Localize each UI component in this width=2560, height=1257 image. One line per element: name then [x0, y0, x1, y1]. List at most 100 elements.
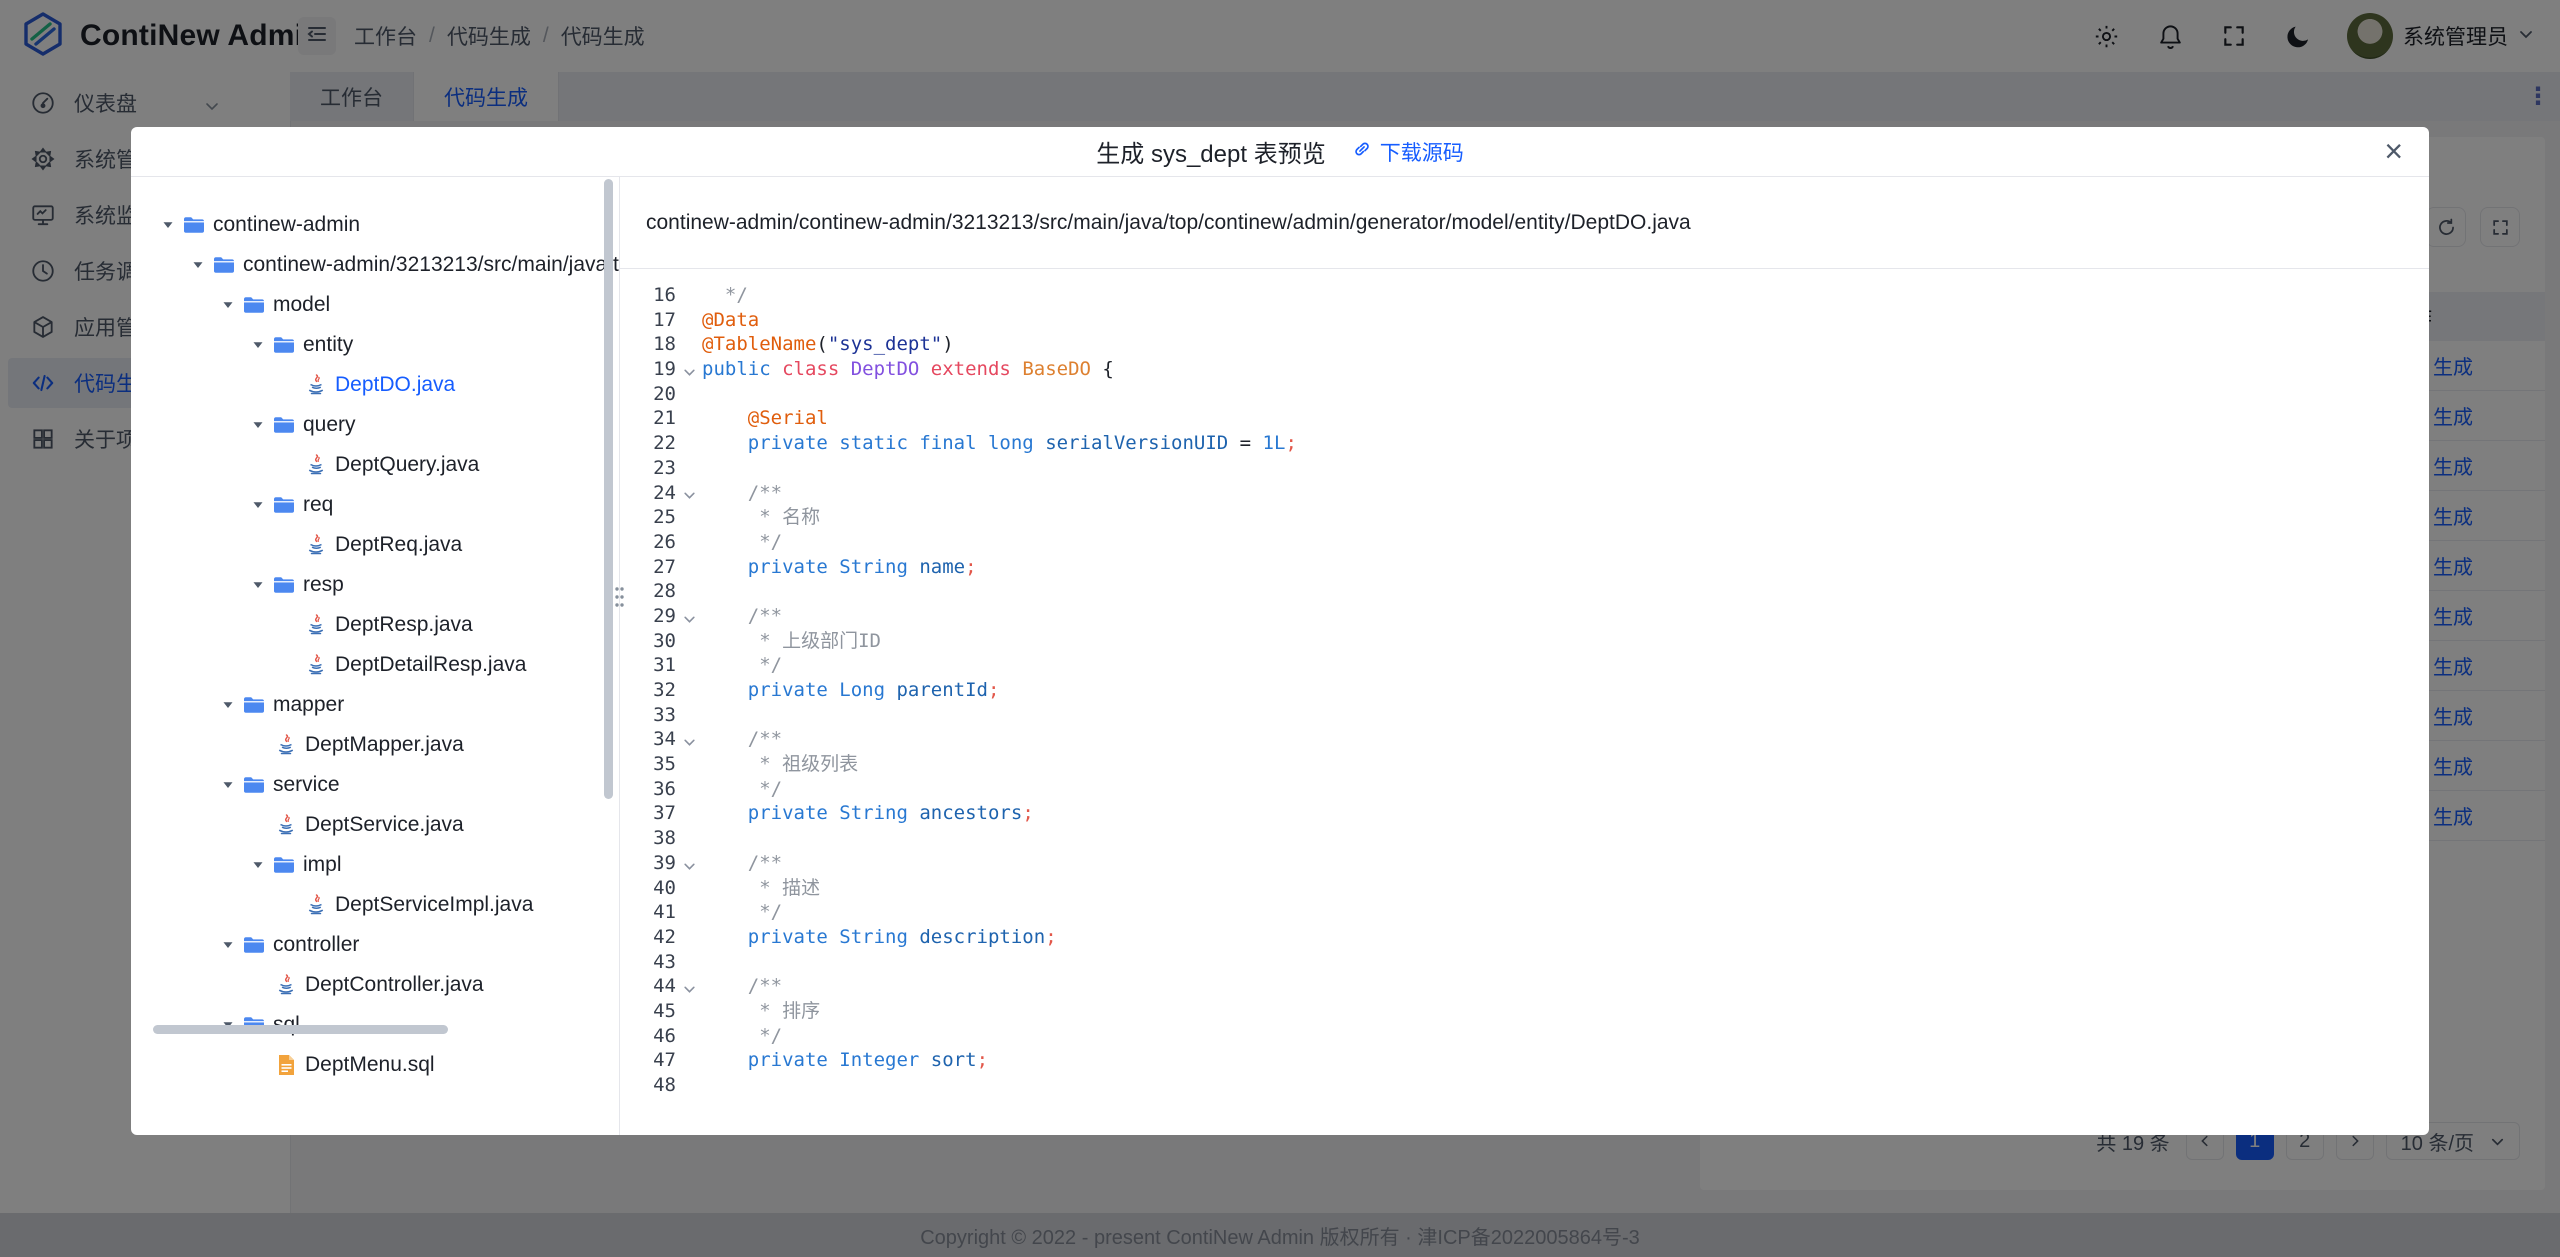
tree-node-label: DeptDetailResp.java: [335, 653, 526, 677]
line-number: 37: [620, 801, 676, 826]
fold-gutter: [676, 678, 702, 703]
fold-arrow-icon[interactable]: [676, 851, 702, 876]
fold-arrow-icon[interactable]: [676, 604, 702, 629]
tree-expand-arrow-icon[interactable]: [215, 699, 241, 711]
code-text: public class DeptDO extends BaseDO {: [702, 357, 1114, 382]
tree-expand-arrow-icon[interactable]: [245, 419, 271, 431]
code-line: 17@Data: [620, 308, 2429, 333]
tree-node[interactable]: DeptDO.java: [131, 365, 619, 405]
code-line: 45 * 排序: [620, 999, 2429, 1024]
tree-node[interactable]: continew-admin: [131, 205, 619, 245]
tree-node[interactable]: req: [131, 485, 619, 525]
tree-node[interactable]: DeptReq.java: [131, 525, 619, 565]
fold-gutter: [676, 283, 702, 308]
code-line: 36 */: [620, 777, 2429, 802]
code-text: */: [702, 283, 748, 308]
fold-gutter: [676, 1024, 702, 1049]
tree-expand-arrow-icon[interactable]: [215, 299, 241, 311]
tree-node[interactable]: model: [131, 285, 619, 325]
line-number: 29: [620, 604, 676, 629]
code-text: */: [702, 777, 782, 802]
java-file-icon: [303, 374, 329, 396]
tree-expand-arrow-icon[interactable]: [245, 339, 271, 351]
close-icon[interactable]: ×: [2384, 129, 2403, 173]
fold-arrow-icon[interactable]: [676, 357, 702, 382]
code-line: 26 */: [620, 530, 2429, 555]
folder-icon: [241, 776, 267, 794]
line-number: 17: [620, 308, 676, 333]
tree-expand-arrow-icon[interactable]: [245, 499, 271, 511]
tree-node[interactable]: mapper: [131, 685, 619, 725]
tree-expand-arrow-icon[interactable]: [245, 859, 271, 871]
modal-title: 生成 sys_dept 表预览: [1096, 134, 1325, 169]
tree-node[interactable]: DeptMenu.sql: [131, 1045, 619, 1085]
tree-node-label: DeptReq.java: [335, 533, 462, 557]
tree-node-label: DeptResp.java: [335, 613, 473, 637]
tree-node[interactable]: query: [131, 405, 619, 445]
fold-arrow-icon[interactable]: [676, 727, 702, 752]
tree-node[interactable]: DeptController.java: [131, 965, 619, 1005]
fold-gutter: [676, 406, 702, 431]
folder-icon: [211, 256, 237, 274]
tree-node[interactable]: resp: [131, 565, 619, 605]
tree-node[interactable]: DeptServiceImpl.java: [131, 885, 619, 925]
tree-node[interactable]: DeptResp.java: [131, 605, 619, 645]
tree-node[interactable]: controller: [131, 925, 619, 965]
code-text: * 名称: [702, 505, 820, 530]
line-number: 26: [620, 530, 676, 555]
fold-gutter: [676, 332, 702, 357]
fold-gutter: [676, 456, 702, 481]
tree-node-label: continew-admin/3213213/src/main/java/to: [243, 253, 620, 277]
line-number: 39: [620, 851, 676, 876]
fold-gutter: [676, 555, 702, 580]
tree-node-label: req: [303, 493, 333, 517]
line-number: 22: [620, 431, 676, 456]
tree-node[interactable]: DeptMapper.java: [131, 725, 619, 765]
tree-expand-arrow-icon[interactable]: [215, 939, 241, 951]
code-text: /**: [702, 604, 782, 629]
fold-gutter: [676, 777, 702, 802]
tree-node[interactable]: DeptService.java: [131, 805, 619, 845]
pane-resize-handle[interactable]: [613, 582, 625, 617]
tree-node[interactable]: continew-admin/3213213/src/main/java/to: [131, 245, 619, 285]
code-line: 27 private String name;: [620, 555, 2429, 580]
tree-node-label: DeptController.java: [305, 973, 484, 997]
code-text: private Integer sort;: [702, 1048, 988, 1073]
tree-expand-arrow-icon[interactable]: [215, 779, 241, 791]
code-text: @TableName("sys_dept"): [702, 332, 954, 357]
code-line: 34 /**: [620, 727, 2429, 752]
fold-gutter: [676, 999, 702, 1024]
fold-arrow-icon[interactable]: [676, 974, 702, 999]
tree-node[interactable]: service: [131, 765, 619, 805]
code-line: 20: [620, 382, 2429, 407]
tree-node[interactable]: DeptDetailResp.java: [131, 645, 619, 685]
line-number: 40: [620, 876, 676, 901]
code-text: */: [702, 1024, 782, 1049]
java-file-icon: [303, 534, 329, 556]
fold-gutter: [676, 876, 702, 901]
fold-gutter: [676, 308, 702, 333]
tree-vertical-scrollbar[interactable]: [604, 179, 613, 799]
code-line: 18@TableName("sys_dept"): [620, 332, 2429, 357]
tree-node[interactable]: entity: [131, 325, 619, 365]
line-number: 32: [620, 678, 676, 703]
tree-node[interactable]: impl: [131, 845, 619, 885]
fold-gutter: [676, 1073, 702, 1098]
line-number: 16: [620, 283, 676, 308]
fold-gutter: [676, 629, 702, 654]
download-source-link[interactable]: 下载源码: [1352, 137, 1464, 167]
tree-expand-arrow-icon[interactable]: [245, 579, 271, 591]
tree-horizontal-scrollbar[interactable]: [153, 1025, 448, 1034]
tree-expand-arrow-icon[interactable]: [185, 259, 211, 271]
line-number: 20: [620, 382, 676, 407]
line-number: 41: [620, 900, 676, 925]
fold-gutter: [676, 382, 702, 407]
tree-node[interactable]: DeptQuery.java: [131, 445, 619, 485]
line-number: 42: [620, 925, 676, 950]
tree-node-label: DeptMenu.sql: [305, 1053, 435, 1077]
fold-gutter: [676, 1048, 702, 1073]
tree-expand-arrow-icon[interactable]: [155, 219, 181, 231]
line-number: 48: [620, 1073, 676, 1098]
fold-arrow-icon[interactable]: [676, 481, 702, 506]
code-line: 24 /**: [620, 481, 2429, 506]
